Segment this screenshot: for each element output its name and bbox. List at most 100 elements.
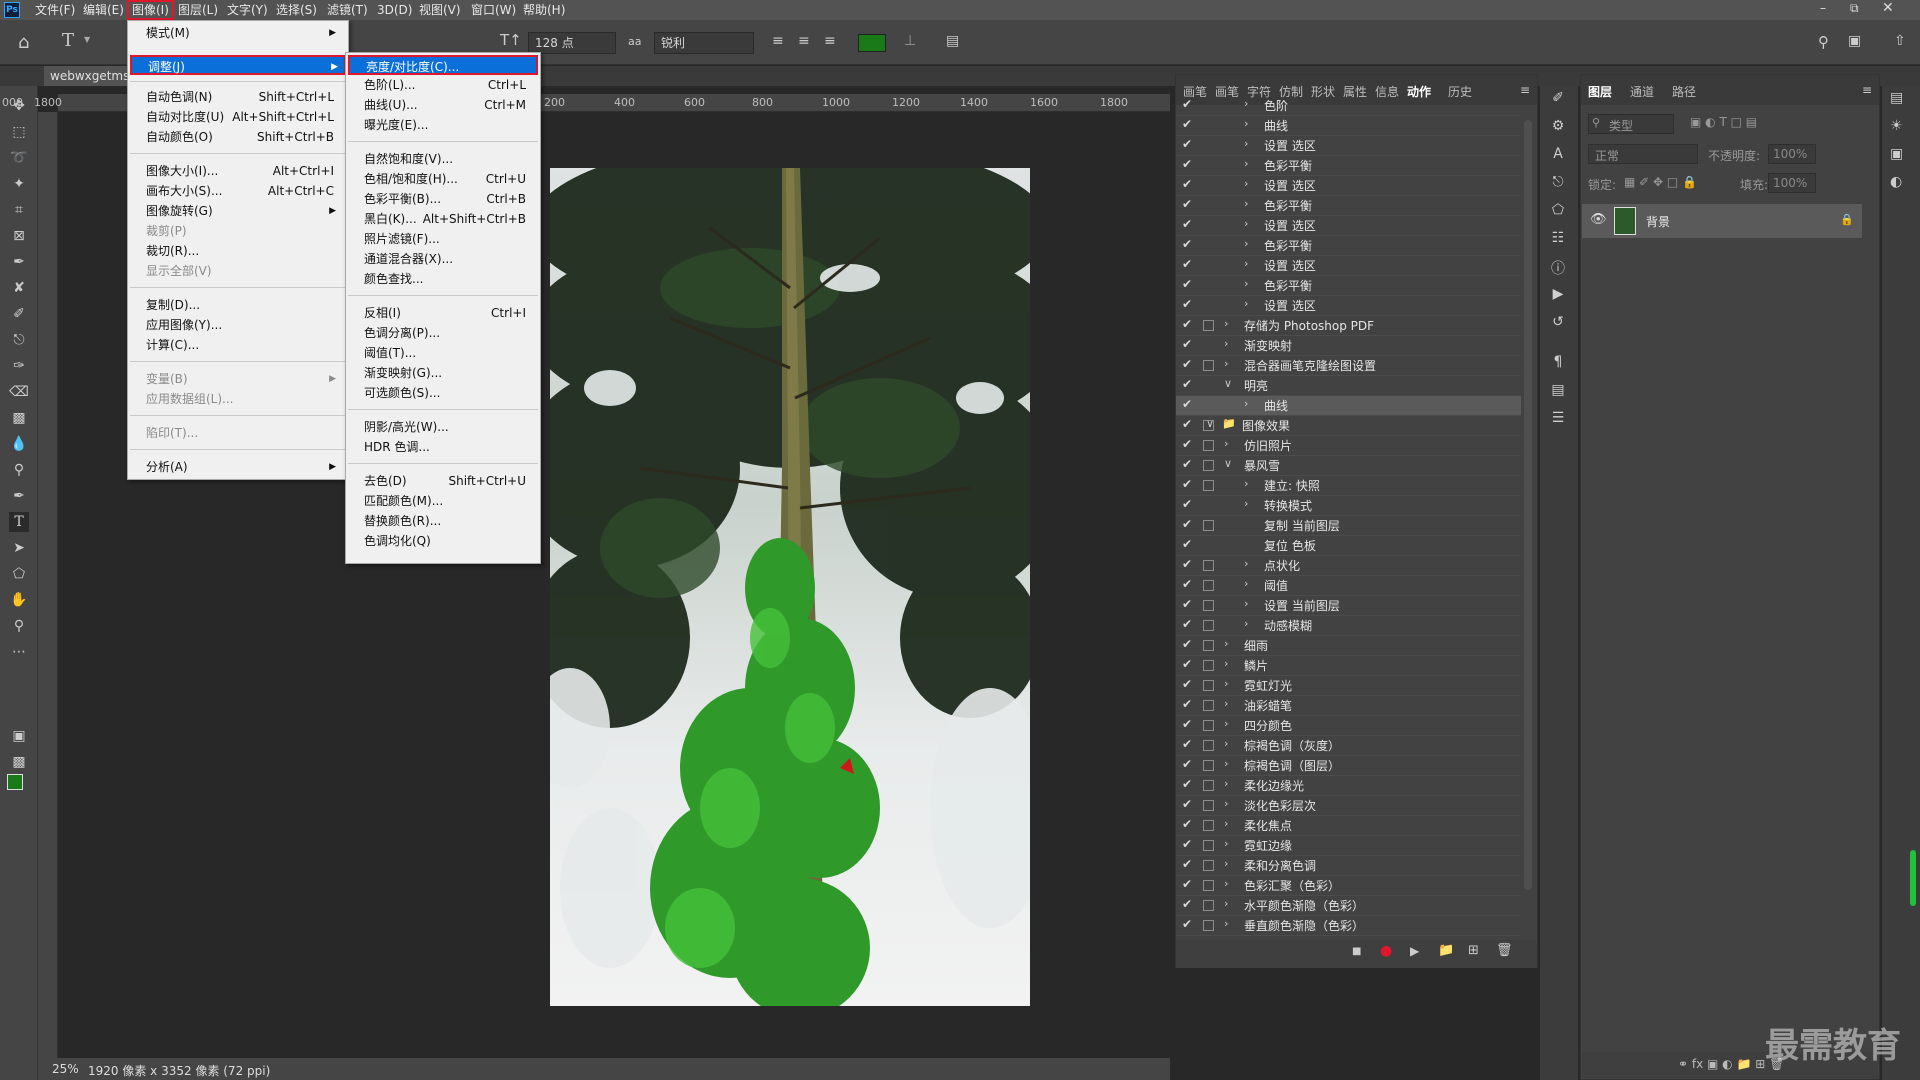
shape-tool-icon[interactable]: ⬠ <box>9 564 29 584</box>
chevron-right-icon[interactable]: › <box>1224 817 1228 830</box>
toggle-check-icon[interactable]: ✔ <box>1182 817 1192 831</box>
toggle-check-icon[interactable]: ✔ <box>1182 857 1192 871</box>
layer-filter-select[interactable]: 类型 <box>1588 114 1674 134</box>
adjustments-menu-item[interactable]: 色彩平衡(B)... Ctrl+B <box>364 189 534 209</box>
image-menu-item[interactable]: 自动颜色(O) Shift+Ctrl+B <box>146 127 342 147</box>
action-row[interactable]: ✔ › 仿旧照片 <box>1176 436 1521 456</box>
lock-icons[interactable]: ▦ ✐ ✥ □ 🔒 <box>1624 175 1697 189</box>
image-menu-item[interactable]: 陷印(T)... <box>146 423 342 443</box>
chevron-right-icon[interactable]: › <box>1244 100 1248 110</box>
layer-name[interactable]: 背景 <box>1646 213 1670 230</box>
dialog-toggle-icon[interactable] <box>1203 920 1214 931</box>
menu-layer[interactable]: 图层(L) <box>175 2 221 18</box>
toggle-check-icon[interactable]: ✔ <box>1182 877 1192 891</box>
chevron-right-icon[interactable]: › <box>1224 757 1228 770</box>
adjustments-menu-item[interactable]: 色调分离(P)... <box>364 323 534 343</box>
menu-help[interactable]: 帮助(H) <box>520 2 568 18</box>
brush-settings-icon[interactable]: ⚙ <box>1548 118 1568 138</box>
dialog-toggle-icon[interactable] <box>1203 720 1214 731</box>
chevron-right-icon[interactable]: › <box>1224 337 1228 350</box>
action-row[interactable]: ✔ › 柔化焦点 <box>1176 816 1521 836</box>
toggle-check-icon[interactable]: ✔ <box>1182 237 1192 251</box>
action-row[interactable]: ✔ › 色彩平衡 <box>1176 236 1521 256</box>
chevron-right-icon[interactable]: › <box>1244 477 1248 490</box>
minimize-icon[interactable]: – <box>1820 1 1826 15</box>
adjustments-menu-item[interactable]: 曝光度(E)... <box>364 115 534 135</box>
tab-history[interactable]: 历史 <box>1448 83 1472 100</box>
image-menu-item[interactable]: 调整(J) ▶ <box>130 55 346 75</box>
adjustments-menu-item[interactable]: HDR 色调... <box>364 437 534 457</box>
marquee-tool-icon[interactable]: ⬚ <box>9 122 29 142</box>
action-row[interactable]: ✔ › 色彩汇聚（色彩） <box>1176 876 1521 896</box>
dialog-toggle-icon[interactable] <box>1203 880 1214 891</box>
record-icon[interactable]: ● <box>1380 943 1392 959</box>
tab-brush[interactable]: 画笔 <box>1183 83 1207 100</box>
tab-character[interactable]: 字符 <box>1247 83 1271 100</box>
tab-actions[interactable]: 动作 <box>1407 83 1431 100</box>
toggle-check-icon[interactable]: ✔ <box>1182 417 1192 431</box>
adjustments-menu-item[interactable]: 亮度/对比度(C)... <box>348 55 538 75</box>
image-menu-item[interactable]: 自动色调(N) Shift+Ctrl+L <box>146 87 342 107</box>
toggle-check-icon[interactable]: ✔ <box>1182 777 1192 791</box>
dialog-toggle-icon[interactable] <box>1203 800 1214 811</box>
antialias-select[interactable]: 锐利 <box>654 32 754 54</box>
toggle-check-icon[interactable]: ✔ <box>1182 597 1192 611</box>
quick-mask-icon[interactable]: ▣ <box>9 726 29 746</box>
paragraph-icon[interactable]: ¶ <box>1548 354 1568 374</box>
quick-select-tool-icon[interactable]: ✦ <box>9 174 29 194</box>
toggle-check-icon[interactable]: ✔ <box>1182 757 1192 771</box>
action-row[interactable]: ✔ › 油彩蜡笔 <box>1176 696 1521 716</box>
image-menu-item[interactable]: 应用数据组(L)... <box>146 389 342 409</box>
action-row[interactable]: ✔ › 水平颜色渐隐（色彩） <box>1176 896 1521 916</box>
menu-view[interactable]: 视图(V) <box>416 2 464 18</box>
image-menu-item[interactable]: 图像大小(I)... Alt+Ctrl+I <box>146 161 342 181</box>
action-row[interactable]: ✔ ∨ 📁 图像效果 <box>1176 416 1521 436</box>
dialog-toggle-icon[interactable] <box>1203 900 1214 911</box>
toggle-check-icon[interactable]: ✔ <box>1182 717 1192 731</box>
dialog-toggle-icon[interactable] <box>1203 680 1214 691</box>
adjustments-menu-item[interactable]: 自然饱和度(V)... <box>364 149 534 169</box>
toggle-check-icon[interactable]: ✔ <box>1182 457 1192 471</box>
action-row[interactable]: ✔ › 曲线 <box>1176 116 1521 136</box>
chevron-down-icon[interactable]: ∨ <box>1224 457 1232 470</box>
gradient-tool-icon[interactable]: ▩ <box>9 408 29 428</box>
toggle-check-icon[interactable]: ✔ <box>1182 357 1192 371</box>
histogram-icon[interactable]: ▤ <box>1890 90 1903 106</box>
dodge-tool-icon[interactable]: ⚲ <box>9 460 29 480</box>
character-icon[interactable]: A <box>1548 146 1568 166</box>
toggle-check-icon[interactable]: ✔ <box>1182 177 1192 191</box>
chevron-right-icon[interactable]: › <box>1244 117 1248 130</box>
screen-mode-icon[interactable]: ▩ <box>9 752 29 772</box>
action-row[interactable]: ✔ › 设置 选区 <box>1176 296 1521 316</box>
clone-source-icon[interactable]: ⎋ <box>1548 174 1568 194</box>
glyphs-icon[interactable]: ▤ <box>1548 382 1568 402</box>
chevron-right-icon[interactable]: › <box>1224 737 1228 750</box>
dialog-toggle-icon[interactable] <box>1203 360 1214 371</box>
action-row[interactable]: ✔ › 垂直颜色渐隐（色彩） <box>1176 916 1521 936</box>
toggle-check-icon[interactable]: ✔ <box>1182 437 1192 451</box>
history-brush-tool-icon[interactable]: ✑ <box>9 356 29 376</box>
action-row[interactable]: ✔ › 设置 选区 <box>1176 176 1521 196</box>
action-row[interactable]: ✔ › 设置 选区 <box>1176 136 1521 156</box>
chevron-right-icon[interactable]: › <box>1244 297 1248 310</box>
action-row[interactable]: ✔ › 棕褐色调（图层） <box>1176 756 1521 776</box>
toggle-check-icon[interactable]: ✔ <box>1182 337 1192 351</box>
scroll-indicator[interactable] <box>1910 850 1916 906</box>
adjustments-menu-item[interactable]: 去色(D) Shift+Ctrl+U <box>364 471 534 491</box>
properties-icon[interactable]: ☷ <box>1548 230 1568 250</box>
chevron-right-icon[interactable]: › <box>1224 857 1228 870</box>
image-menu-item[interactable]: 显示全部(V) <box>146 261 342 281</box>
action-row[interactable]: ✔ 复位 色板 <box>1176 536 1521 556</box>
chevron-right-icon[interactable]: › <box>1244 617 1248 630</box>
layer-row[interactable]: 👁 背景 🔒 <box>1582 204 1862 238</box>
menu-type[interactable]: 文字(Y) <box>224 2 271 18</box>
actions-icon[interactable]: ▶ <box>1548 286 1568 306</box>
image-menu-item[interactable]: 画布大小(S)... Alt+Ctrl+C <box>146 181 342 201</box>
lock-icon[interactable]: 🔒 <box>1840 213 1854 226</box>
more-tools-icon[interactable]: ⋯ <box>9 642 29 662</box>
chevron-right-icon[interactable]: › <box>1244 137 1248 150</box>
action-row[interactable]: ✔ › 细雨 <box>1176 636 1521 656</box>
layers-menu-icon[interactable]: ≡ <box>1862 83 1872 97</box>
menu-window[interactable]: 窗口(W) <box>468 2 519 18</box>
action-row[interactable]: ✔ › 色彩平衡 <box>1176 156 1521 176</box>
